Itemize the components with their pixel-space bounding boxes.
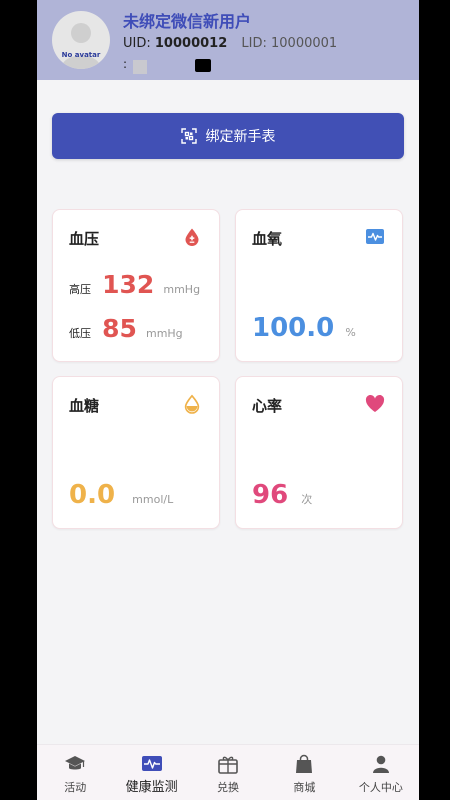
- qr-scan-icon: [180, 128, 197, 144]
- health-monitor-icon: [141, 756, 162, 771]
- tab-label: 商城: [293, 781, 316, 794]
- systolic-label: 高压: [69, 283, 91, 296]
- tab-label: 个人中心: [358, 781, 403, 794]
- card-title: 血糖: [69, 397, 100, 415]
- app-screen: No avatar 未绑定微信新用户 UID: 10000012 LID: 10…: [37, 0, 419, 800]
- lid-value: 10000001: [271, 36, 338, 51]
- lid-label: LID:: [241, 36, 267, 51]
- water-drop-icon: [184, 394, 200, 414]
- pulse-monitor-icon: [366, 229, 384, 244]
- user-nickname: 未绑定微信新用户: [123, 12, 252, 31]
- tab-activity[interactable]: 活动: [37, 745, 113, 800]
- blood-sugar-reading: 0.0 mmol/L: [69, 480, 173, 510]
- bottom-tab-bar: 活动 健康监测 兑换 商城 个人中心: [37, 744, 419, 800]
- heart-rate-unit: 次: [301, 493, 313, 506]
- blood-oxygen-card[interactable]: 血氧 100.0 %: [235, 209, 403, 362]
- user-ids: UID: 10000012 LID: 10000001: [123, 36, 337, 51]
- blood-pressure-card[interactable]: 血压 高压 132 mmHg 低压 85 mmHg: [52, 209, 220, 362]
- uid-label: UID:: [123, 36, 151, 51]
- bind-watch-button[interactable]: 绑定新手表: [52, 113, 404, 159]
- card-title: 心率: [252, 397, 283, 415]
- avatar-placeholder-icon: [61, 23, 101, 69]
- systolic-row: 高压 132 mmHg: [69, 270, 200, 299]
- blood-oxygen-value: 100.0: [252, 313, 335, 343]
- heart-rate-value: 96: [252, 480, 289, 510]
- diastolic-row: 低压 85 mmHg: [69, 314, 183, 343]
- tab-label: 活动: [64, 781, 87, 794]
- systolic-value: 132: [102, 270, 155, 299]
- gift-icon: [218, 756, 238, 774]
- avatar-label: No avatar: [61, 51, 101, 59]
- blood-drop-icon: [185, 228, 199, 246]
- avatar[interactable]: No avatar: [52, 11, 110, 69]
- redacted-block: [133, 60, 147, 74]
- profile-header: No avatar 未绑定微信新用户 UID: 10000012 LID: 10…: [37, 0, 419, 80]
- tab-mall[interactable]: 商城: [266, 745, 342, 800]
- diastolic-label: 低压: [69, 327, 91, 340]
- blood-oxygen-unit: %: [345, 326, 356, 339]
- blood-sugar-card[interactable]: 血糖 0.0 mmol/L: [52, 376, 220, 529]
- user-extra-info: :: [123, 57, 128, 71]
- blood-sugar-value: 0.0: [69, 480, 116, 510]
- person-icon: [372, 755, 389, 773]
- tab-exchange[interactable]: 兑换: [190, 745, 266, 800]
- blood-sugar-unit: mmol/L: [132, 493, 174, 506]
- heart-icon: [365, 394, 385, 412]
- tab-label: 兑换: [217, 781, 240, 794]
- tab-health-monitor[interactable]: 健康监测: [113, 745, 189, 800]
- graduation-cap-icon: [65, 756, 86, 770]
- shopping-bag-icon: [296, 754, 313, 773]
- diastolic-unit: mmHg: [145, 327, 183, 340]
- bind-watch-label: 绑定新手表: [205, 129, 276, 145]
- blood-oxygen-reading: 100.0 %: [252, 313, 356, 343]
- redacted-block: [195, 59, 211, 72]
- systolic-unit: mmHg: [163, 283, 201, 296]
- card-title: 血氧: [252, 230, 283, 248]
- uid-value: 10000012: [154, 36, 228, 51]
- card-title: 血压: [69, 230, 100, 248]
- diastolic-value: 85: [102, 314, 137, 343]
- heart-rate-card[interactable]: 心率 96 次: [235, 376, 403, 529]
- tab-label: 健康监测: [125, 780, 178, 795]
- tab-profile[interactable]: 个人中心: [343, 745, 419, 800]
- heart-rate-reading: 96 次: [252, 480, 312, 510]
